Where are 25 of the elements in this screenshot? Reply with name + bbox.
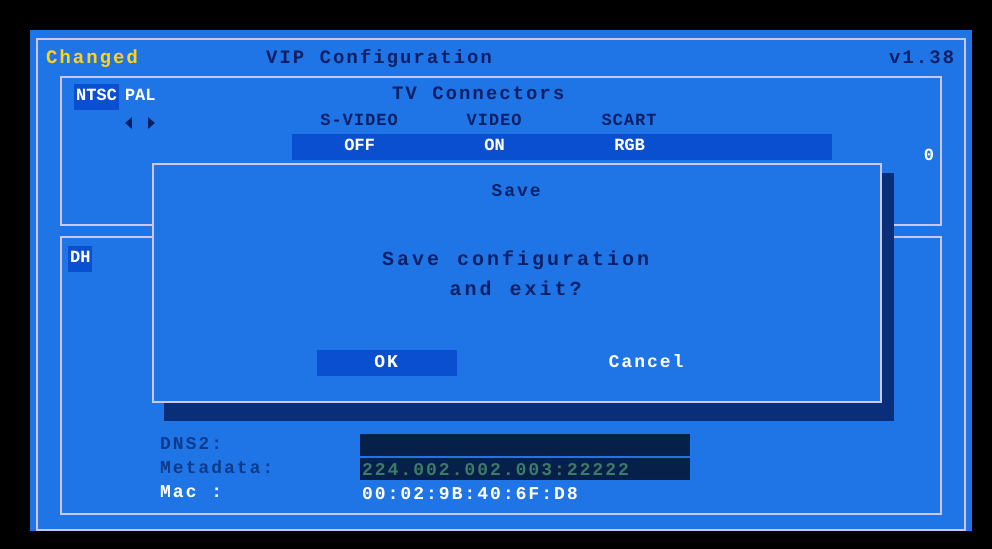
connector-value: RGB bbox=[613, 136, 646, 158]
field-label: DNS2: bbox=[160, 434, 226, 456]
field-label: Metadata: bbox=[160, 458, 276, 480]
dialog-button[interactable]: OK bbox=[317, 350, 457, 376]
connector-label: VIDEO bbox=[465, 110, 524, 132]
standard-option[interactable]: PAL bbox=[122, 84, 158, 110]
window-title: VIP Configuration bbox=[266, 46, 495, 71]
field-value: 00:02:9B:40:6F:D8 bbox=[361, 484, 581, 504]
dialog-message: Save configuration bbox=[382, 248, 652, 274]
connector-label: SCART bbox=[600, 110, 658, 132]
connector-label: S-VIDEO bbox=[319, 110, 400, 132]
field-label: Mac : bbox=[160, 482, 226, 504]
version-label: v1.38 bbox=[888, 46, 956, 71]
dialog-message: and exit? bbox=[449, 278, 584, 304]
dialog-button[interactable]: Cancel bbox=[577, 350, 717, 376]
network-tab[interactable]: DH bbox=[68, 246, 92, 272]
connectors-title: TV Connectors bbox=[392, 82, 568, 107]
field-value: 224.002.002.003:22222 bbox=[360, 458, 690, 480]
connector-value: OFF bbox=[343, 136, 376, 158]
dialog-title: Save bbox=[491, 181, 543, 204]
cut-off-text: 0 bbox=[924, 146, 934, 168]
connector-value: ON bbox=[483, 136, 506, 158]
status-label: Changed bbox=[46, 46, 141, 71]
connector-values-bar[interactable]: OFF ON RGB bbox=[292, 134, 832, 160]
standard-option[interactable]: NTSC bbox=[74, 84, 119, 110]
